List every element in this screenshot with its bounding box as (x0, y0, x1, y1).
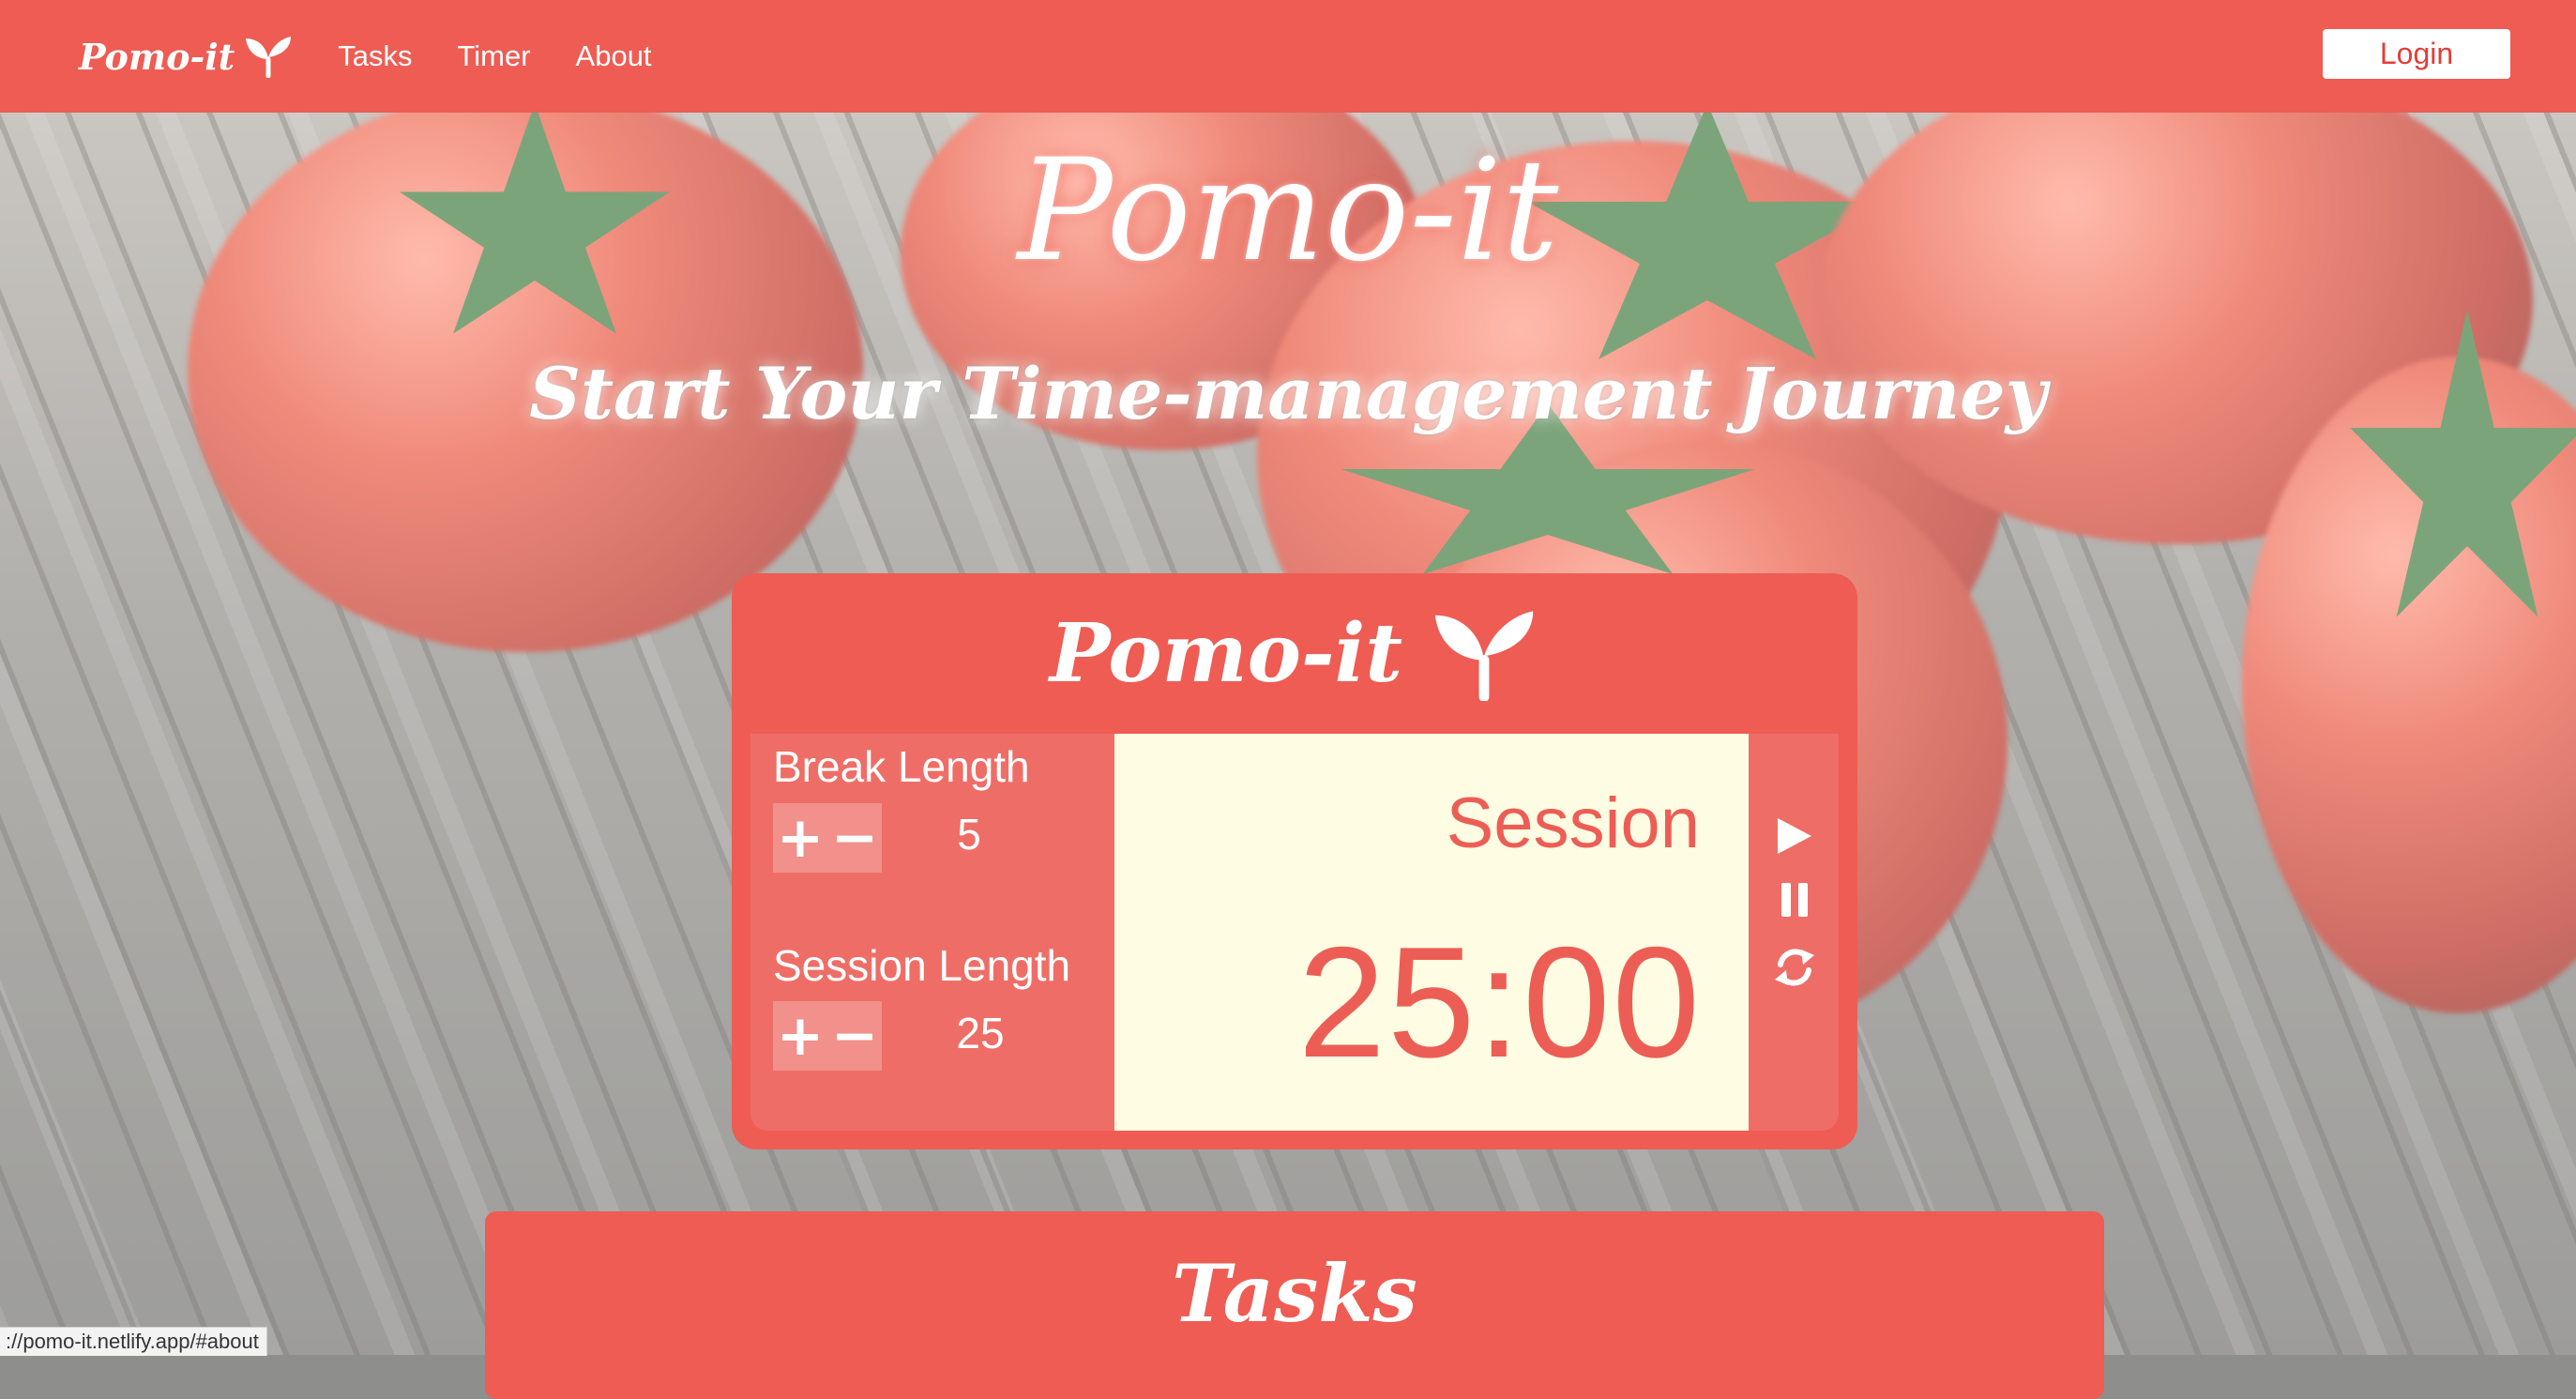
session-decrement-button[interactable]: − (831, 1008, 878, 1064)
nav-link-about[interactable]: About (576, 39, 652, 73)
pause-icon (1781, 883, 1808, 917)
refresh-icon (1775, 949, 1814, 986)
session-length-label: Session Length (773, 941, 1071, 990)
play-button[interactable] (1773, 814, 1816, 858)
tasks-panel: Tasks (485, 1211, 2104, 1399)
break-length-stepper: + − (773, 803, 882, 873)
length-controls: Break Length + − 5 Session Length + − 25 (750, 734, 1114, 1131)
pause-button[interactable] (1773, 878, 1816, 921)
nav-link-tasks[interactable]: Tasks (338, 39, 412, 73)
break-increment-button[interactable]: + (777, 810, 824, 866)
sprout-icon (1434, 611, 1534, 701)
navbar: Pomo-it Tasks Timer About Login (0, 0, 2576, 113)
session-length-stepper: + − (773, 1001, 882, 1071)
session-length-value: 25 (956, 1009, 1005, 1057)
break-length-value: 5 (957, 810, 981, 859)
status-bar-url: ://pomo-it.netlify.app/#about (0, 1327, 267, 1356)
hero-subtitle: Start Your Time-management Journey (529, 352, 2047, 435)
sprout-icon (246, 37, 292, 78)
card-header: Pomo-it (732, 607, 1857, 701)
timer-body: Break Length + − 5 Session Length + − 25… (750, 734, 1839, 1131)
brand-name: Pomo-it (79, 35, 235, 78)
card-title: Pomo-it (1049, 606, 1403, 701)
pomodoro-timer-card: Pomo-it Break Length + − 5 Session Lengt… (732, 573, 1857, 1149)
nav-link-timer[interactable]: Timer (457, 39, 530, 73)
play-icon (1778, 818, 1811, 854)
hero-title: Pomo-it (1017, 129, 1559, 293)
login-button[interactable]: Login (2323, 29, 2510, 79)
session-increment-button[interactable]: + (777, 1008, 824, 1064)
timer-actions (1749, 734, 1839, 1131)
brand-link[interactable]: Pomo-it (79, 35, 293, 78)
timer-label: Session (1446, 783, 1700, 863)
break-length-label: Break Length (773, 742, 1030, 791)
timer-display: Session 25:00 (1114, 734, 1749, 1131)
tasks-heading: Tasks (1172, 1247, 1417, 1340)
reset-button[interactable] (1773, 946, 1816, 989)
break-decrement-button[interactable]: − (831, 810, 878, 866)
time-left: 25:00 (1297, 914, 1702, 1090)
